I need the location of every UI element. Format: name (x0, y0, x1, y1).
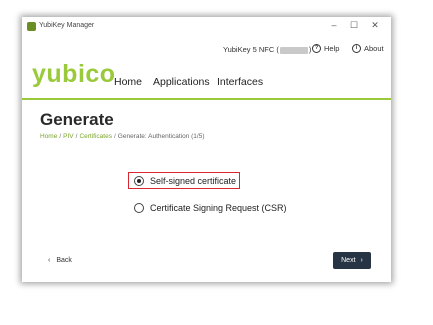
radio-selected-icon[interactable] (134, 176, 144, 186)
close-button[interactable]: ✕ (369, 20, 381, 31)
nav-applications[interactable]: Applications (153, 76, 210, 88)
back-label: Back (56, 257, 72, 264)
info-icon: i (352, 44, 361, 53)
header-divider (22, 98, 391, 100)
breadcrumb-piv[interactable]: PIV (63, 133, 73, 140)
next-label: Next (341, 257, 356, 264)
breadcrumb-certificates[interactable]: Certificates (79, 133, 112, 140)
maximize-button[interactable]: ☐ (348, 20, 360, 31)
app-window: YubiKey Manager – ☐ ✕ YubiKey 5 NFC () ?… (22, 17, 391, 282)
option-csr-label: Certificate Signing Request (CSR) (150, 203, 287, 213)
breadcrumb-separator: / (75, 133, 78, 140)
next-button[interactable]: Next › (333, 252, 371, 269)
about-button[interactable]: i About (352, 44, 384, 53)
minimize-button[interactable]: – (328, 20, 340, 30)
nav-home[interactable]: Home (114, 76, 142, 88)
option-csr[interactable]: Certificate Signing Request (CSR) (134, 203, 287, 213)
breadcrumb-current: Generate: Authentication (1/5) (117, 133, 205, 140)
window-title: YubiKey Manager (39, 22, 95, 29)
device-name: YubiKey 5 NFC () (223, 45, 311, 54)
device-bar: YubiKey 5 NFC () ? Help i About (22, 43, 391, 57)
yubikey-app-icon (27, 22, 36, 31)
help-icon: ? (312, 44, 321, 53)
device-name-suffix: ) (308, 45, 312, 54)
help-label: Help (324, 44, 340, 53)
device-name-prefix: YubiKey 5 NFC ( (223, 45, 279, 54)
back-button[interactable]: ‹ Back (48, 257, 72, 264)
page-title: Generate (40, 110, 114, 129)
radio-unselected-icon[interactable] (134, 203, 144, 213)
breadcrumb: Home / PIV / Certificates / Generate: Authenti… (40, 133, 205, 140)
chevron-right-icon: › (360, 257, 363, 264)
about-label: About (364, 44, 384, 53)
yubico-logo: yubico (32, 60, 116, 88)
option-self-signed[interactable]: Self-signed certificate (134, 176, 236, 186)
chevron-left-icon: ‹ (48, 257, 51, 264)
option-self-signed-label: Self-signed certificate (150, 176, 237, 186)
breadcrumb-separator: / (113, 133, 116, 140)
redacted-serial (279, 46, 308, 54)
help-button[interactable]: ? Help (312, 44, 339, 53)
nav-interfaces[interactable]: Interfaces (217, 76, 263, 88)
breadcrumb-separator: / (59, 133, 62, 140)
breadcrumb-home[interactable]: Home (40, 133, 57, 140)
title-bar: YubiKey Manager – ☐ ✕ (22, 17, 391, 37)
